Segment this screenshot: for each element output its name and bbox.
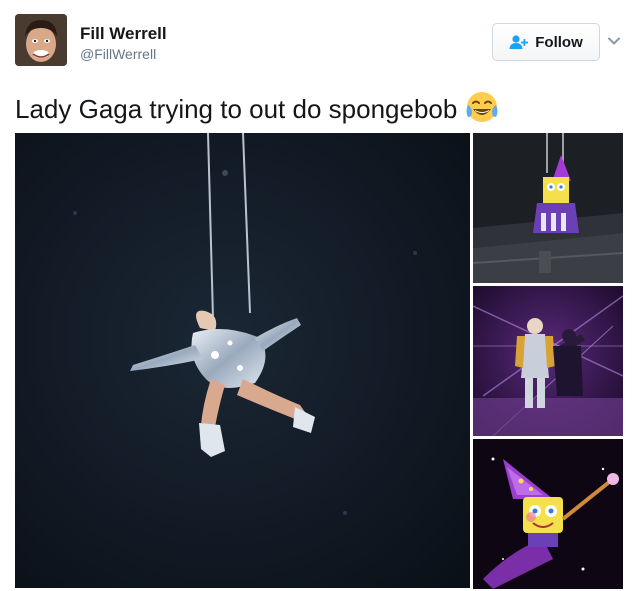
display-name[interactable]: Fill Werrell: [80, 24, 167, 44]
avatar[interactable]: [15, 14, 67, 66]
follow-button-label: Follow: [535, 33, 583, 51]
tweet-media-grid: [15, 133, 623, 589]
user-handle[interactable]: @FillWerrell: [80, 46, 156, 62]
chevron-down-icon[interactable]: [606, 33, 622, 49]
media-photo-4[interactable]: [473, 439, 623, 589]
follow-button[interactable]: Follow: [492, 23, 600, 61]
media-photo-3[interactable]: [473, 286, 623, 436]
face-with-tears-of-joy-icon: [465, 90, 499, 124]
tweet-text-body: Lady Gaga trying to out do spongebob: [15, 94, 458, 124]
tweet-text: Lady Gaga trying to out do spongebob: [15, 90, 499, 125]
media-photo-main[interactable]: [15, 133, 470, 588]
add-user-icon: [509, 34, 529, 50]
media-photo-2[interactable]: [473, 133, 623, 283]
tweet-header: Fill Werrell @FillWerrell Follow: [0, 0, 634, 80]
